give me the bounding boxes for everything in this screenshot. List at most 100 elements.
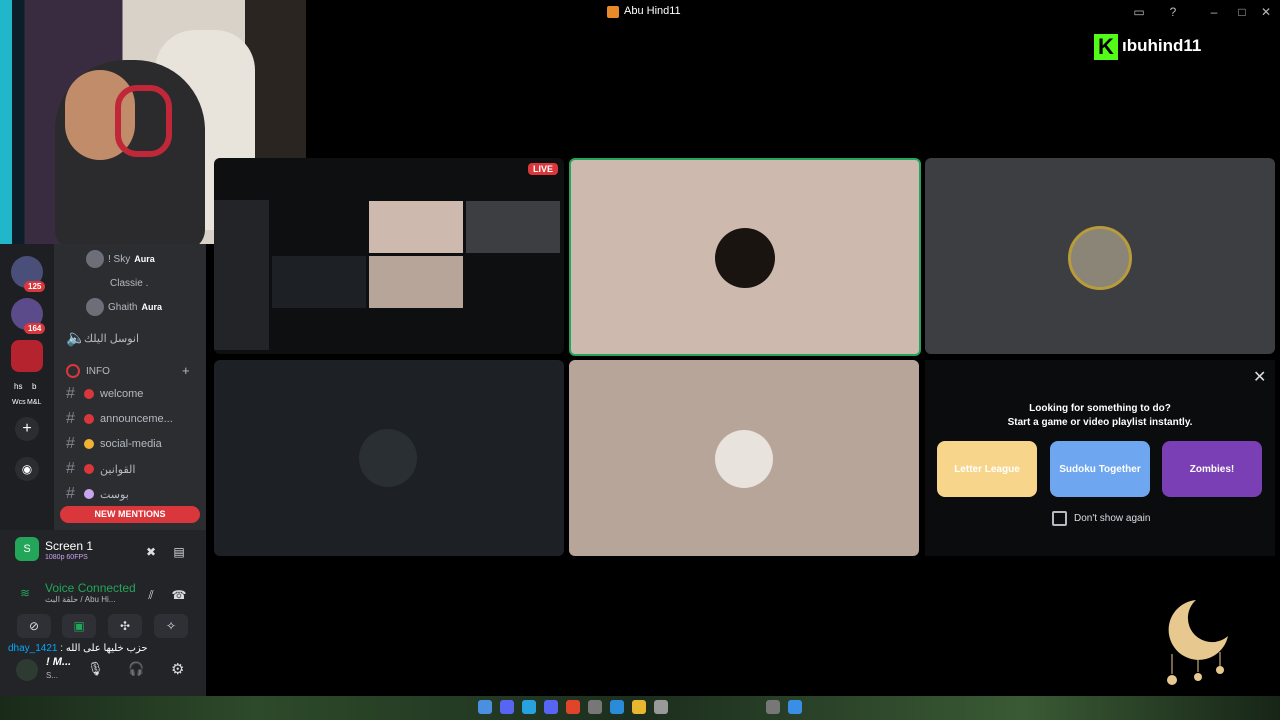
taskbar-app-icon[interactable] [610, 700, 624, 714]
speaker-icon: 🔈 [66, 330, 86, 347]
server-folder-label[interactable]: hs [14, 382, 22, 391]
participant-tile[interactable] [569, 158, 921, 356]
hash-icon: # [66, 485, 75, 502]
participant-avatar [359, 429, 417, 487]
participant-tile[interactable] [925, 158, 1275, 354]
kick-channel-name: ıbuhind11 [1122, 36, 1202, 55]
chat-username: dhay_1421 [8, 643, 58, 654]
server-folder-label[interactable]: Wcs [12, 399, 26, 406]
add-server-icon[interactable]: + [15, 417, 39, 441]
windows-start-icon[interactable] [788, 700, 802, 714]
dont-show-checkbox[interactable] [1052, 511, 1067, 526]
chat-message: : حزب خليها على الله [60, 643, 148, 654]
avatar [86, 298, 104, 316]
voice-member[interactable]: Ghaith Aura [86, 297, 162, 317]
channel-emoji-icon [84, 439, 94, 449]
search-icon[interactable] [766, 700, 780, 714]
channel-item[interactable]: # announceme... [66, 408, 196, 430]
window-title: Abu Hind11 [624, 5, 681, 17]
channel-item[interactable]: # social-media [66, 433, 196, 455]
live-badge: LIVE [528, 163, 559, 175]
activity-title-line1: Looking for something to do? [1029, 403, 1171, 414]
activity-title-line2: Start a game or video playlist instantly… [1007, 417, 1193, 428]
noise-suppression-button[interactable]: ⫽ [140, 583, 162, 607]
add-channel-icon[interactable]: + [182, 363, 190, 378]
microphone-icon[interactable]: 🎙 [87, 661, 104, 677]
taskbar-app-icon[interactable] [522, 700, 536, 714]
self-avatar[interactable] [16, 659, 38, 681]
dont-show-label[interactable]: Don't show again [1074, 513, 1150, 524]
voice-member[interactable]: Classie . [110, 273, 148, 293]
soundboard-button[interactable]: ✧ [154, 614, 188, 638]
discover-icon[interactable]: ◉ [15, 457, 39, 481]
taskbar-app-icon[interactable] [588, 700, 602, 714]
taskbar-app-icon[interactable] [500, 700, 514, 714]
new-mentions-button[interactable]: NEW MENTIONS [60, 506, 200, 523]
headphones-icon[interactable]: 🎧 [128, 661, 144, 677]
game-card-zombies[interactable]: Zombies! [1162, 441, 1262, 497]
headset [115, 85, 172, 157]
disconnect-button[interactable]: ☎ [168, 583, 190, 607]
close-icon[interactable]: ✕ [1258, 4, 1274, 20]
category-header[interactable]: INFO [66, 360, 196, 382]
voice-status[interactable]: Voice Connected [45, 581, 136, 595]
voice-channel[interactable]: 🔈 انوسل اليلك [66, 327, 196, 349]
hash-icon: # [66, 410, 75, 427]
participant-avatar [1068, 226, 1132, 290]
server-folder-label[interactable]: M&L [27, 399, 41, 406]
screen-share-icon: S [15, 537, 39, 561]
stream-preview-sidebar [214, 200, 269, 350]
hash-icon: # [66, 435, 75, 452]
no-entry-icon [66, 364, 80, 378]
settings-gear-icon[interactable]: ⚙ [171, 660, 184, 678]
maximize-icon[interactable]: □ [1234, 4, 1250, 20]
stream-preview-tile[interactable] [214, 158, 564, 354]
stream-settings-button[interactable]: ▤ [168, 540, 190, 564]
taskbar-app-icon[interactable] [544, 700, 558, 714]
channel-name: القوانين [100, 463, 136, 476]
voice-channel-name[interactable]: حلقة البث / Abu Hi... [45, 595, 115, 604]
voice-member[interactable]: ! Sky Aura [86, 249, 155, 269]
screen-share-button[interactable]: ▣ [62, 614, 96, 638]
camera-off-button[interactable]: ⊘ [17, 614, 51, 638]
app-icon [607, 6, 619, 18]
help-icon[interactable]: ? [1165, 4, 1181, 20]
server-folder-label[interactable]: b [32, 382, 36, 391]
channel-item[interactable]: # welcome [66, 383, 196, 405]
participant-tile[interactable] [569, 360, 919, 556]
taskbar-app-icon[interactable] [632, 700, 646, 714]
member-name: Classie . [110, 277, 149, 289]
channel-name: welcome [100, 388, 144, 400]
kick-logo: K [1094, 34, 1118, 60]
stream-preview-cell [369, 256, 463, 308]
channel-item[interactable]: # بوست [66, 483, 196, 505]
server-icon[interactable] [11, 340, 43, 372]
activity-title: Looking for something to do? Start a gam… [925, 402, 1275, 430]
hash-icon: # [66, 460, 75, 477]
crescent-moon-icon [1167, 600, 1228, 685]
taskbar-app-icon[interactable] [566, 700, 580, 714]
close-icon[interactable]: ✕ [1253, 367, 1266, 387]
channel-emoji-icon [84, 489, 94, 499]
activities-button[interactable]: ✣ [108, 614, 142, 638]
channel-emoji-icon [84, 464, 94, 474]
member-name: ! Sky [108, 253, 131, 265]
category-label: INFO [86, 365, 110, 377]
stop-stream-button[interactable]: ✖ [140, 540, 162, 564]
game-card-sudoku[interactable]: Sudoku Together [1050, 441, 1150, 497]
taskbar-app-icon[interactable] [654, 700, 668, 714]
taskbar-app-icon[interactable] [478, 700, 492, 714]
channel-name: social-media [100, 438, 162, 450]
channel-item[interactable]: # القوانين [66, 458, 196, 480]
stream-quality: 1080p 60FPS [45, 554, 88, 561]
channel-name: announceme... [100, 413, 173, 425]
hash-icon: # [66, 385, 75, 402]
inbox-icon[interactable]: ▭ [1131, 4, 1147, 20]
self-name[interactable]: ! M... [46, 656, 71, 668]
minimize-icon[interactable]: – [1206, 4, 1222, 20]
game-card-letter-league[interactable]: Letter League [937, 441, 1037, 497]
participant-tile[interactable] [214, 360, 564, 556]
stream-preview-cell [369, 201, 463, 253]
signal-icon: ≋ [20, 586, 31, 600]
mention-badge: 125 [24, 281, 46, 292]
